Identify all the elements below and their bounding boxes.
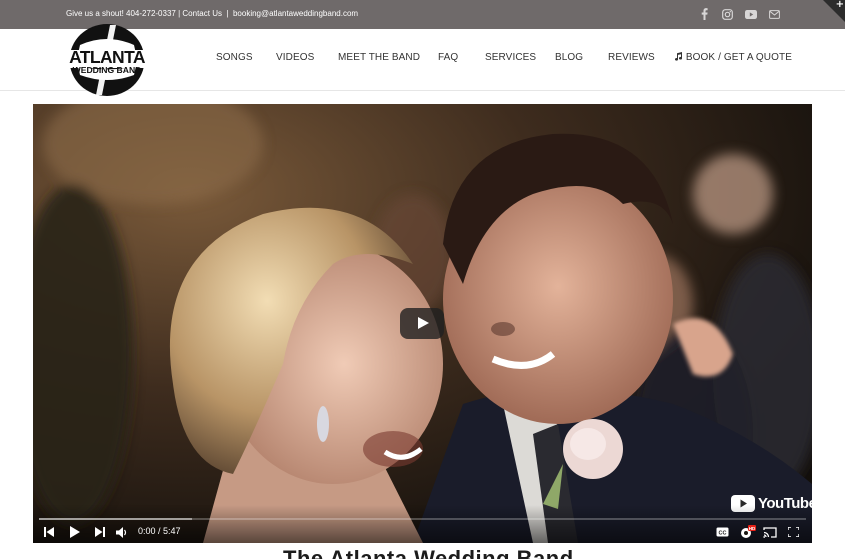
nav-item-blog[interactable]: BLOG [555,52,583,63]
previous-button[interactable] [44,524,55,540]
plus-icon[interactable]: + [836,0,844,10]
volume-icon [116,526,127,538]
nav-item-faq[interactable]: FAQ [438,52,458,63]
progress-bar[interactable] [39,518,806,520]
book-quote-label: BOOK / GET A QUOTE [685,52,792,63]
nav-item-book-quote[interactable]: BOOK / GET A QUOTE [674,52,792,63]
fullscreen-button[interactable] [788,524,799,540]
captions-button[interactable]: CC [716,524,729,540]
previous-icon [44,527,54,537]
music-note-icon [675,52,683,61]
cast-icon [763,526,777,538]
progress-loaded [39,518,193,520]
nav-item-reviews[interactable]: REVIEWS [608,52,655,63]
next-icon [95,527,105,537]
nav-item-meet-the-band[interactable]: MEET THE BAND [338,52,420,63]
time-display: 0:00 / 5:47 [138,526,181,536]
play-control[interactable] [69,524,80,540]
captions-icon: CC [716,527,729,537]
controls-bar [33,505,812,543]
nav-item-services[interactable]: SERVICES [485,52,536,63]
instagram-icon[interactable] [721,7,733,21]
play-icon [70,526,80,538]
settings-badge: HD [749,526,756,531]
nav-item-videos[interactable]: VIDEOS [276,52,314,63]
svg-text:CC: CC [719,530,727,536]
play-button[interactable] [400,308,444,339]
cast-button[interactable] [763,524,777,540]
volume-button[interactable] [116,524,128,540]
settings-icon: HD [741,525,756,538]
fullscreen-icon [788,527,799,537]
page-heading: The Atlanta Wedding Band [283,548,583,559]
logo-line2: WEDDING BAND [73,65,142,75]
main-nav: SONGS VIDEOS MEET THE BAND FAQ SERVICES … [0,52,845,66]
contact-us-link[interactable]: Contact Us [182,9,222,18]
phone-text: Give us a shout! 404-272-0337 [66,9,176,18]
facebook-icon[interactable] [699,7,709,21]
email-link[interactable]: booking@atlantaweddingband.com [233,9,358,18]
nav-item-songs[interactable]: SONGS [216,52,253,63]
contact-info: Give us a shout! 404-272-0337 | Contact … [66,9,358,19]
page-heading-text: The Atlanta Wedding Band [283,548,583,559]
settings-button[interactable]: HD [740,524,756,540]
separator: | [178,9,181,18]
next-button[interactable] [94,524,105,540]
separator: | [226,9,229,18]
youtube-icon[interactable] [744,7,757,21]
email-icon[interactable] [768,7,780,21]
